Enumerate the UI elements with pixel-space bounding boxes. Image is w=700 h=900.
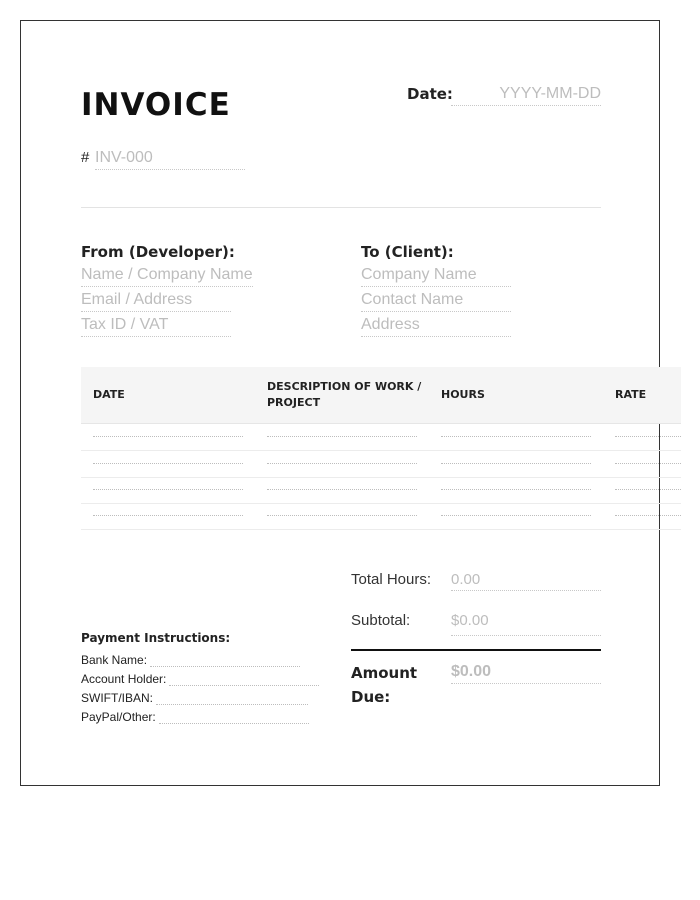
invoice-number-row: # <box>81 149 245 170</box>
hours-cell[interactable] <box>441 515 591 516</box>
hours-cell[interactable] <box>441 463 591 464</box>
payment-instructions-heading: Payment Instructions: <box>81 631 231 645</box>
payment-line-swift[interactable]: SWIFT/IBAN: <box>81 691 308 705</box>
to-contact-field[interactable] <box>361 291 511 312</box>
payment-line-label: Bank Name: <box>81 653 148 667</box>
description-cell[interactable] <box>267 515 417 516</box>
date-field[interactable] <box>451 85 601 106</box>
date-cell[interactable] <box>93 489 243 490</box>
column-rate: RATE <box>615 388 647 401</box>
date-cell[interactable] <box>93 515 243 516</box>
hours-cell[interactable] <box>441 436 591 437</box>
payment-line-account-holder[interactable]: Account Holder: <box>81 672 320 686</box>
from-heading: From (Developer): <box>81 243 235 261</box>
header-divider <box>81 207 601 208</box>
payment-line-paypal[interactable]: PayPal/Other: <box>81 710 309 724</box>
description-cell[interactable] <box>267 436 417 437</box>
totals-rule <box>351 649 601 651</box>
payment-line-fill[interactable] <box>169 675 320 686</box>
table-header: DATE DESCRIPTION OF WORK / PROJECT HOURS… <box>81 367 681 424</box>
date-label: Date: <box>407 85 453 103</box>
work-table: DATE DESCRIPTION OF WORK / PROJECT HOURS… <box>81 367 681 531</box>
from-email-field[interactable] <box>81 291 231 312</box>
to-address-field[interactable] <box>361 316 511 337</box>
column-description: DESCRIPTION OF WORK / PROJECT <box>267 380 422 409</box>
total-hours-label: Total Hours: <box>351 571 432 588</box>
hours-cell[interactable] <box>441 489 591 490</box>
amount-due-field[interactable] <box>451 663 601 684</box>
total-hours-field[interactable] <box>451 571 601 591</box>
subtotal-label: Subtotal: <box>351 612 411 629</box>
payment-line-fill[interactable] <box>150 656 301 667</box>
rate-cell[interactable] <box>615 515 681 516</box>
invoice-number-field[interactable] <box>95 149 245 170</box>
description-cell[interactable] <box>267 463 417 464</box>
description-cell[interactable] <box>267 489 417 490</box>
from-name-field[interactable] <box>81 266 253 287</box>
amount-due-label: Amount Due: <box>351 664 418 706</box>
invoice-sheet: INVOICE # Date: From (Developer): To (Cl… <box>20 20 681 786</box>
payment-line-label: PayPal/Other: <box>81 710 156 724</box>
invoice-number-prefix: # <box>81 149 90 166</box>
table-row <box>81 424 681 451</box>
to-company-field[interactable] <box>361 266 511 287</box>
rate-cell[interactable] <box>615 489 681 490</box>
date-cell[interactable] <box>93 463 243 464</box>
payment-line-fill[interactable] <box>158 713 309 724</box>
to-heading: To (Client): <box>361 243 454 261</box>
table-row <box>81 477 681 504</box>
table-row <box>81 451 681 478</box>
rate-cell[interactable] <box>615 463 681 464</box>
payment-line-label: Account Holder: <box>81 672 167 686</box>
from-taxid-field[interactable] <box>81 316 231 337</box>
rate-cell[interactable] <box>615 436 681 437</box>
subtotal-field[interactable] <box>451 612 601 636</box>
date-cell[interactable] <box>93 436 243 437</box>
column-date: DATE <box>93 388 125 401</box>
invoice-title: INVOICE <box>81 87 231 123</box>
table-row <box>81 503 681 530</box>
payment-line-label: SWIFT/IBAN: <box>81 691 153 705</box>
column-hours: HOURS <box>441 388 485 401</box>
payment-line-fill[interactable] <box>156 694 308 705</box>
payment-line-bank[interactable]: Bank Name: <box>81 653 301 667</box>
